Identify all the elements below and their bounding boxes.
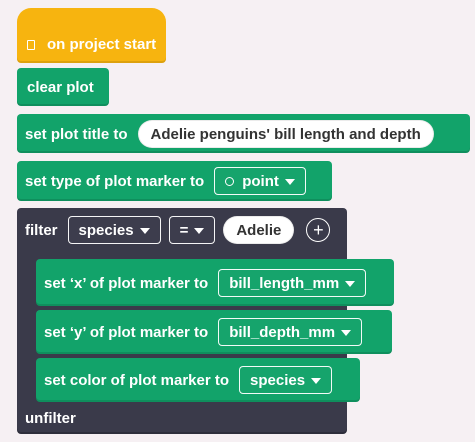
unfilter-label: unfilter [25,410,76,427]
filter-header-row: filter species = Adelie + [25,216,331,244]
set-plot-title-block[interactable]: set plot title to Adelie penguins' bill … [17,114,470,153]
filter-field-dropdown[interactable]: species [67,216,161,244]
chevron-down-icon [139,227,150,234]
set-y-block[interactable]: set ‘y’ of plot marker to bill_depth_mm [36,310,392,354]
hat-block-label: on project start [47,36,157,53]
set-x-block[interactable]: set ‘x’ of plot marker to bill_length_mm [36,259,394,306]
set-color-label: set color of plot marker to [44,371,230,389]
color-variable-value: species [250,371,306,389]
plot-title-input[interactable]: Adelie penguins' bill length and depth [137,120,434,148]
set-plot-marker-type-block[interactable]: set type of plot marker to point [17,161,332,201]
flag-icon [27,39,35,50]
x-variable-value: bill_length_mm [229,274,340,292]
set-x-row: set ‘x’ of plot marker to bill_length_mm [44,269,367,297]
set-y-row: set ‘y’ of plot marker to bill_depth_mm [44,318,363,346]
circle-marker-icon [225,176,235,186]
set-x-label: set ‘x’ of plot marker to [44,274,209,292]
filter-field-value: species [78,221,134,239]
filter-operator-dropdown[interactable]: = [168,216,216,244]
chevron-down-icon [194,227,205,234]
clear-plot-block[interactable]: clear plot [17,68,109,106]
chevron-down-icon [311,377,322,384]
marker-type-dropdown[interactable]: point [214,167,306,195]
on-project-start-hat-block[interactable]: on project start [17,8,166,63]
hat-block-row: on project start [27,37,156,52]
set-plot-marker-type-label: set type of plot marker to [25,172,205,190]
color-variable-dropdown[interactable]: species [239,366,333,394]
clear-plot-label: clear plot [27,79,94,96]
y-variable-value: bill_depth_mm [229,323,336,341]
set-color-block[interactable]: set color of plot marker to species [36,358,360,402]
plus-circle-icon[interactable]: + [306,218,331,242]
chevron-down-icon [284,178,295,185]
set-y-label: set ‘y’ of plot marker to [44,323,209,341]
filter-value-input[interactable]: Adelie [223,216,295,244]
marker-type-value: point [242,172,279,190]
filter-label: filter [25,221,58,239]
clear-plot-row: clear plot [27,80,94,95]
set-plot-title-row: set plot title to Adelie penguins' bill … [25,120,434,148]
set-color-row: set color of plot marker to species [44,366,333,394]
x-variable-dropdown[interactable]: bill_length_mm [218,269,367,297]
chevron-down-icon [341,329,352,336]
set-plot-marker-type-row: set type of plot marker to point [25,167,306,195]
chevron-down-icon [345,280,356,287]
y-variable-dropdown[interactable]: bill_depth_mm [218,318,363,346]
filter-operator-value: = [179,221,189,239]
set-plot-title-label: set plot title to [25,125,128,143]
